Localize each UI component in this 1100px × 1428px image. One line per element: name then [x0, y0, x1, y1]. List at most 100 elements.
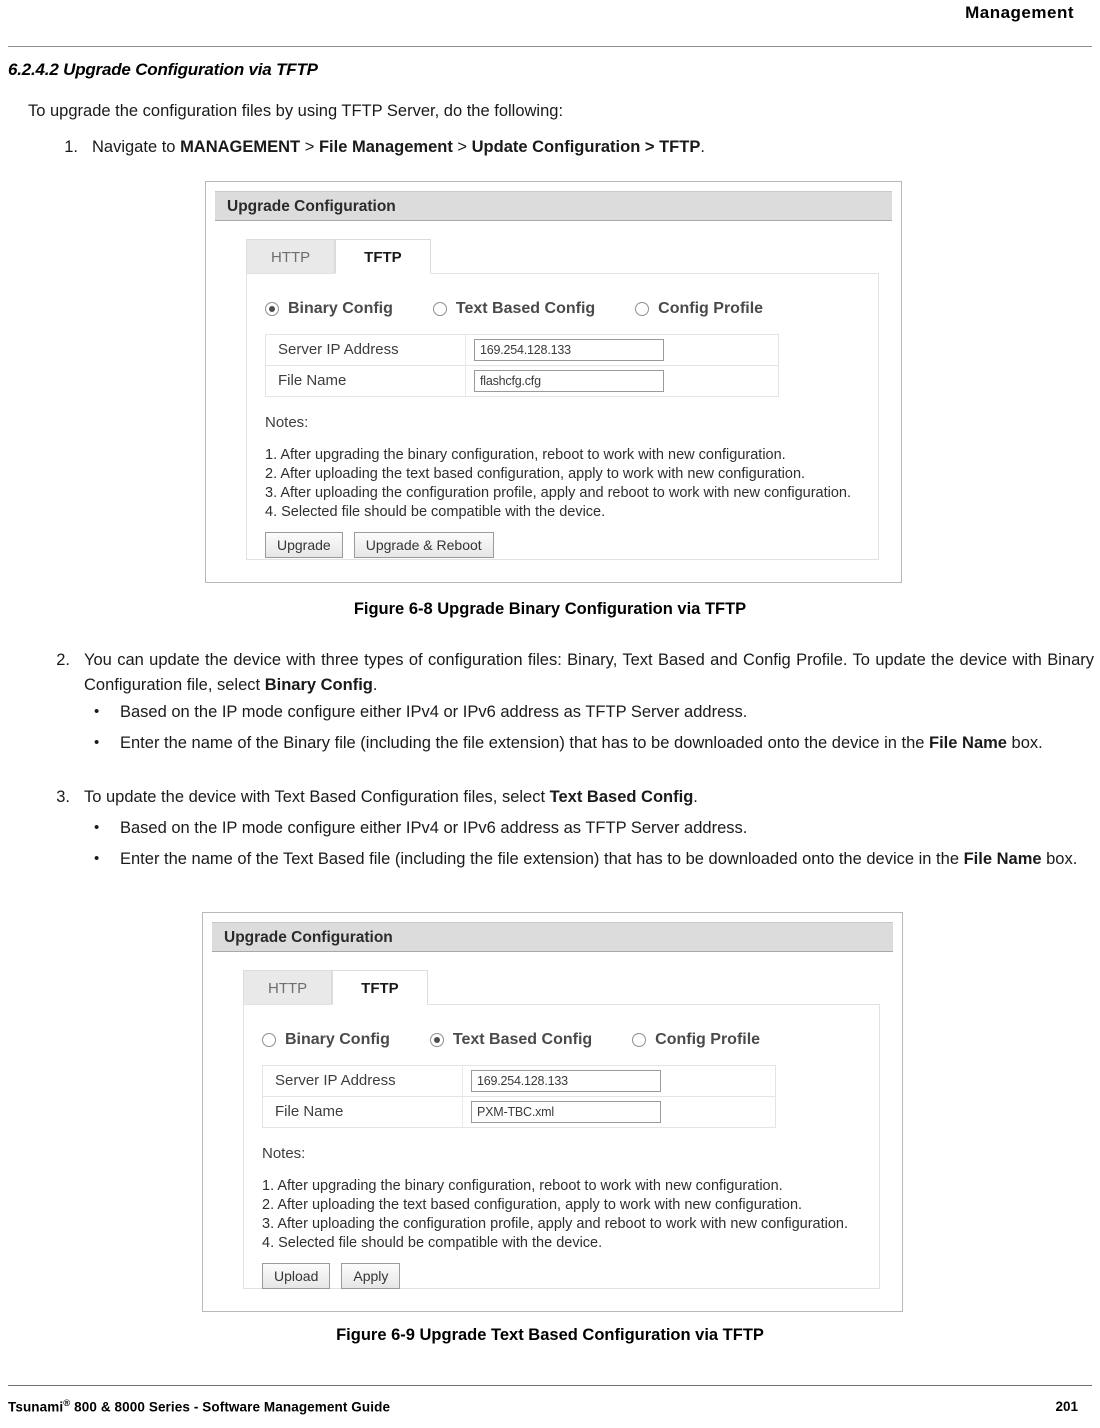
fig1-upgrade-and-reboot-button[interactable]: Upgrade & Reboot — [353, 532, 494, 558]
fig1-field-row-file-name: File Name flashcfg.cfg — [266, 366, 778, 397]
fig1-field-row-server-ip: Server IP Address 169.254.128.133 — [266, 335, 778, 366]
step-3-bullet-2: • Enter the name of the Text Based file (… — [94, 847, 1095, 872]
radio-unselected-icon[interactable] — [632, 1033, 647, 1047]
fig2-value-cell-server-ip: 169.254.128.133 — [463, 1066, 775, 1096]
running-header: Management — [965, 3, 1074, 22]
step-2-bullet-2-text-after: box. — [1006, 734, 1043, 752]
fig1-upgrade-button[interactable]: Upgrade — [265, 532, 343, 558]
fig1-note-1: 1. After upgrading the binary configurat… — [265, 447, 786, 463]
radio-selected-icon[interactable] — [265, 302, 279, 316]
fig1-notes-list: 1. After upgrading the binary configurat… — [265, 446, 851, 522]
fig1-value-cell-server-ip: 169.254.128.133 — [466, 335, 778, 365]
fig2-note-2: 2. After uploading the text based config… — [262, 1197, 803, 1213]
fig2-radio-config-profile-label: Config Profile — [655, 1031, 761, 1048]
fig1-radio-config-profile-label: Config Profile — [658, 300, 764, 317]
fig1-button-row: Upgrade Upgrade & Reboot — [265, 532, 505, 558]
fig2-upload-button[interactable]: Upload — [262, 1263, 331, 1289]
fig2-input-file-name[interactable]: PXM-TBC.xml — [471, 1101, 661, 1123]
footer-title-prefix: Tsunami — [8, 1399, 64, 1414]
fig2-notes-list: 1. After upgrading the binary configurat… — [262, 1177, 848, 1253]
fig2-field-row-file-name: File Name PXM-TBC.xml — [263, 1097, 775, 1128]
step-2-number: 2. — [56, 651, 70, 669]
fig1-input-server-ip[interactable]: 169.254.128.133 — [474, 339, 664, 361]
fig2-value-cell-file-name: PXM-TBC.xml — [463, 1097, 775, 1127]
bullet-icon: • — [94, 819, 100, 836]
step-3: 3. To update the device with Text Based C… — [56, 785, 1094, 810]
fig2-apply-button[interactable]: Apply — [341, 1263, 401, 1289]
fig2-radio-binary-config-label: Binary Config — [285, 1031, 390, 1048]
radio-unselected-icon[interactable] — [635, 302, 650, 316]
fig2-radio-text-based-config[interactable]: Text Based Config — [429, 1031, 593, 1049]
fig1-tab-http[interactable]: HTTP — [246, 239, 336, 274]
fig1-tab-panel: Binary Config Text Based Config Config P… — [246, 273, 879, 560]
step-3-number: 3. — [56, 788, 70, 806]
step-1: 1. Navigate to MANAGEMENT > File Manageme… — [64, 135, 1052, 160]
step-2-text-before: You can update the device with three typ… — [84, 651, 1094, 694]
step-3-bullet-2-bold: File Name — [963, 850, 1042, 868]
step-1-suffix: . — [700, 138, 705, 156]
fig1-input-file-name[interactable]: flashcfg.cfg — [474, 370, 664, 392]
fig2-tab-bar: HTTP TFTP — [243, 969, 428, 1005]
fig1-tab-bar: HTTP TFTP — [246, 238, 431, 274]
radio-unselected-icon[interactable] — [432, 302, 447, 316]
step-3-text-after: . — [693, 788, 698, 806]
figure-1-screenshot: Upgrade Configuration HTTP TFTP Binary C… — [205, 181, 902, 583]
fig2-tab-panel: Binary Config Text Based Config Config P… — [243, 1004, 880, 1289]
fig2-radio-text-based-config-label: Text Based Config — [452, 1031, 593, 1048]
fig2-label-server-ip: Server IP Address — [263, 1066, 463, 1096]
fig1-radio-binary-config-label: Binary Config — [288, 300, 393, 317]
fig2-panel-title: Upgrade Configuration — [212, 922, 893, 952]
fig2-note-1: 1. After upgrading the binary configurat… — [262, 1178, 783, 1194]
fig1-note-2: 2. After uploading the text based config… — [265, 466, 806, 482]
document-page: Management 6.2.4.2 Upgrade Configuration… — [0, 0, 1100, 1428]
radio-unselected-icon[interactable] — [262, 1033, 276, 1047]
footer-divider — [8, 1385, 1092, 1386]
fig2-tab-tftp[interactable]: TFTP — [332, 970, 428, 1005]
step-2-bullet-1: • Based on the IP mode configure either I… — [94, 700, 1095, 725]
step-2-bullet-2: • Enter the name of the Binary file (incl… — [94, 731, 1095, 756]
step-2-bullet-1-text: Based on the IP mode configure either IP… — [120, 703, 748, 721]
fig2-field-row-server-ip: Server IP Address 169.254.128.133 — [263, 1066, 775, 1097]
step-2-bullet-2-bold: File Name — [929, 734, 1007, 752]
step-3-text-before: To update the device with Text Based Con… — [84, 788, 550, 806]
figure-2-caption: Figure 6-9 Upgrade Text Based Configurat… — [336, 1326, 764, 1344]
fig1-radio-binary-config[interactable]: Binary Config — [265, 300, 393, 318]
fig2-button-row: Upload Apply — [262, 1263, 411, 1289]
step-2-text-after: . — [372, 676, 378, 694]
fig1-note-3: 3. After uploading the configuration pro… — [265, 485, 852, 501]
step-2-bold: Binary Config — [264, 676, 373, 694]
fig1-label-file-name: File Name — [266, 366, 466, 396]
fig2-field-table: Server IP Address 169.254.128.133 File N… — [262, 1065, 776, 1128]
fig2-config-type-radio-group: Binary Config Text Based Config Config P… — [262, 1031, 800, 1049]
fig1-value-cell-file-name: flashcfg.cfg — [466, 366, 778, 396]
step-1-number: 1. — [64, 138, 78, 156]
fig2-label-file-name: File Name — [263, 1097, 463, 1127]
step-1-sep-1: > — [300, 138, 319, 156]
fig2-radio-config-profile[interactable]: Config Profile — [632, 1031, 760, 1049]
step-3-bullet-2-text-after: box. — [1041, 850, 1078, 868]
step-2: 2. You can update the device with three t… — [56, 648, 1094, 698]
footer-title-rest: 800 & 8000 Series - Software Management … — [70, 1399, 391, 1414]
fig1-config-type-radio-group: Binary Config Text Based Config Config P… — [265, 300, 803, 318]
section-heading: 6.2.4.2 Upgrade Configuration via TFTP — [8, 60, 318, 79]
step-2-bullet-2-text-before: Enter the name of the Binary file (inclu… — [120, 734, 930, 752]
bullet-icon: • — [94, 850, 100, 867]
step-1-sep-2: > — [452, 138, 472, 156]
figure-2-screenshot: Upgrade Configuration HTTP TFTP Binary C… — [202, 912, 903, 1312]
fig1-radio-text-based-config[interactable]: Text Based Config — [432, 300, 595, 318]
step-1-bold-2: File Management — [318, 138, 453, 156]
fig2-note-4: 4. Selected file should be compatible wi… — [262, 1235, 603, 1251]
step-3-bullet-2-text-before: Enter the name of the Text Based file (i… — [120, 850, 964, 868]
fig2-note-3: 3. After uploading the configuration pro… — [262, 1216, 849, 1232]
fig1-tab-tftp[interactable]: TFTP — [335, 239, 431, 274]
fig2-tab-http[interactable]: HTTP — [243, 970, 333, 1005]
step-1-prefix: Navigate to — [92, 138, 181, 156]
fig1-note-4: 4. Selected file should be compatible wi… — [265, 504, 606, 520]
radio-selected-icon[interactable] — [429, 1033, 444, 1047]
fig1-field-table: Server IP Address 169.254.128.133 File N… — [265, 334, 779, 397]
fig2-input-server-ip[interactable]: 169.254.128.133 — [471, 1070, 661, 1092]
step-3-bold: Text Based Config — [549, 788, 694, 806]
fig1-radio-config-profile[interactable]: Config Profile — [635, 300, 763, 318]
fig2-radio-binary-config[interactable]: Binary Config — [262, 1031, 390, 1049]
footer-document-title: Tsunami® 800 & 8000 Series - Software Ma… — [8, 1398, 390, 1415]
